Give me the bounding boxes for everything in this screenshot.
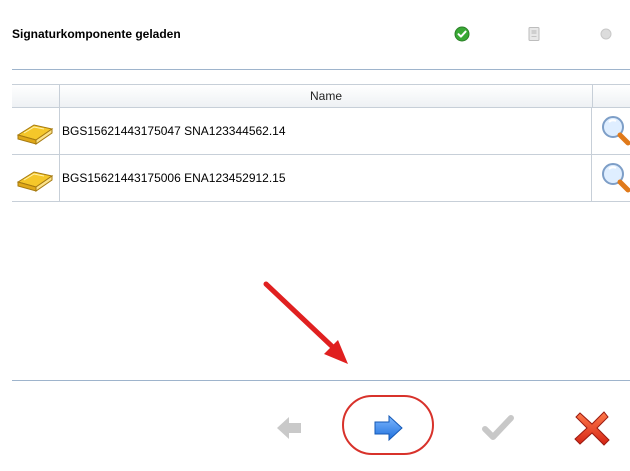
table-row[interactable]: BGS15621443175047 SNA123344562.14 <box>12 108 630 155</box>
dot-icon <box>598 26 614 42</box>
row-name: BGS15621443175006 ENA123452912.15 <box>60 155 592 201</box>
table-header: Name <box>12 84 630 108</box>
status-header: Signaturkomponente geladen <box>12 24 630 46</box>
forward-arrow-icon[interactable] <box>364 404 412 452</box>
header-icon-column <box>12 85 60 107</box>
table-row[interactable]: BGS15621443175006 ENA123452912.15 <box>12 155 630 202</box>
back-arrow-icon[interactable] <box>265 404 313 452</box>
magnifier-icon[interactable] <box>593 108 630 154</box>
signature-table: Name BGS15621443175047 SNA123344562.14 B… <box>12 84 630 202</box>
book-icon <box>12 108 60 154</box>
checkmark-icon[interactable] <box>474 404 522 452</box>
row-name: BGS15621443175047 SNA123344562.14 <box>60 108 592 154</box>
status-title: Signaturkomponente geladen <box>12 27 181 41</box>
check-circle-icon <box>454 26 470 42</box>
column-header-name[interactable]: Name <box>60 85 593 107</box>
annotation-arrow <box>260 280 360 370</box>
cancel-x-icon[interactable] <box>568 404 616 452</box>
card-icon <box>526 26 542 42</box>
divider-bottom <box>12 380 630 381</box>
book-icon <box>12 155 60 201</box>
divider-top <box>12 69 630 70</box>
magnifier-icon[interactable] <box>593 155 630 201</box>
